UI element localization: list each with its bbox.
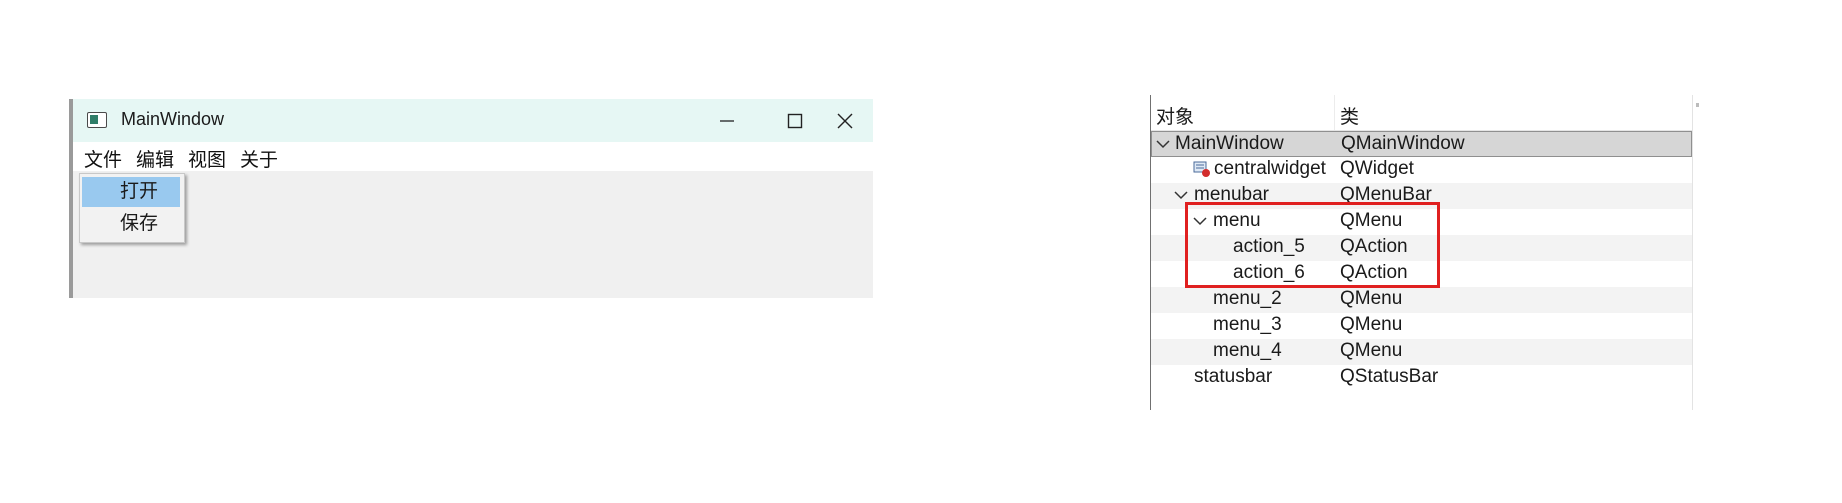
highlight-annotation-box <box>1185 202 1440 288</box>
minimize-icon <box>720 120 734 122</box>
menu-about[interactable]: 关于 <box>240 145 278 172</box>
object-class: QMainWindow <box>1341 133 1465 154</box>
inspector-header: 对象 类 <box>1151 95 1692 131</box>
menu-item-open[interactable]: 打开 <box>82 177 180 207</box>
menu-bar: 文件 编辑 视图 关于 <box>73 142 873 171</box>
menu-edit[interactable]: 编辑 <box>136 145 174 172</box>
object-class: QWidget <box>1340 158 1414 179</box>
app-window-icon <box>87 112 107 128</box>
tree-row-menu-2[interactable]: menu_2 QMenu <box>1151 287 1692 313</box>
tree-row-menu-4[interactable]: menu_4 QMenu <box>1151 339 1692 365</box>
inspector-right-border <box>1692 95 1693 410</box>
widget-icon <box>1193 161 1210 177</box>
object-name: menu_3 <box>1213 314 1282 335</box>
object-name: MainWindow <box>1175 133 1284 154</box>
title-bar[interactable]: MainWindow <box>73 99 873 142</box>
chevron-down-icon[interactable] <box>1174 190 1188 200</box>
window-title: MainWindow <box>121 109 225 129</box>
object-name: statusbar <box>1194 366 1273 387</box>
object-class: QMenu <box>1340 288 1403 309</box>
object-name: menu_2 <box>1213 288 1282 309</box>
tree-row-mainwindow[interactable]: MainWindow QMainWindow <box>1151 131 1692 157</box>
close-icon <box>837 113 853 129</box>
tree-row-centralwidget[interactable]: centralwidget QWidget <box>1151 157 1692 183</box>
file-dropdown-menu: 打开 保存 <box>79 173 185 243</box>
object-name: centralwidget <box>1214 158 1326 179</box>
menu-item-save[interactable]: 保存 <box>82 209 180 239</box>
menu-view[interactable]: 视图 <box>188 145 226 172</box>
chevron-down-icon[interactable] <box>1156 139 1170 149</box>
header-class[interactable]: 类 <box>1340 102 1359 129</box>
main-window-preview: MainWindow 文件 编辑 视图 关于 打开 保存 <box>69 99 873 298</box>
maximize-icon <box>787 113 803 129</box>
header-column-separator[interactable] <box>1334 95 1335 130</box>
close-button[interactable] <box>811 99 877 142</box>
tree-row-statusbar[interactable]: statusbar QStatusBar <box>1151 365 1692 391</box>
tree-row-menu-3[interactable]: menu_3 QMenu <box>1151 313 1692 339</box>
object-class: QMenu <box>1340 314 1403 335</box>
object-name: menu_4 <box>1213 340 1282 361</box>
minimize-button[interactable] <box>693 99 759 142</box>
header-object[interactable]: 对象 <box>1156 102 1194 129</box>
object-class: QMenu <box>1340 340 1403 361</box>
menu-file[interactable]: 文件 <box>84 145 122 172</box>
scroll-tick <box>1696 103 1699 107</box>
object-class: QStatusBar <box>1340 366 1439 387</box>
